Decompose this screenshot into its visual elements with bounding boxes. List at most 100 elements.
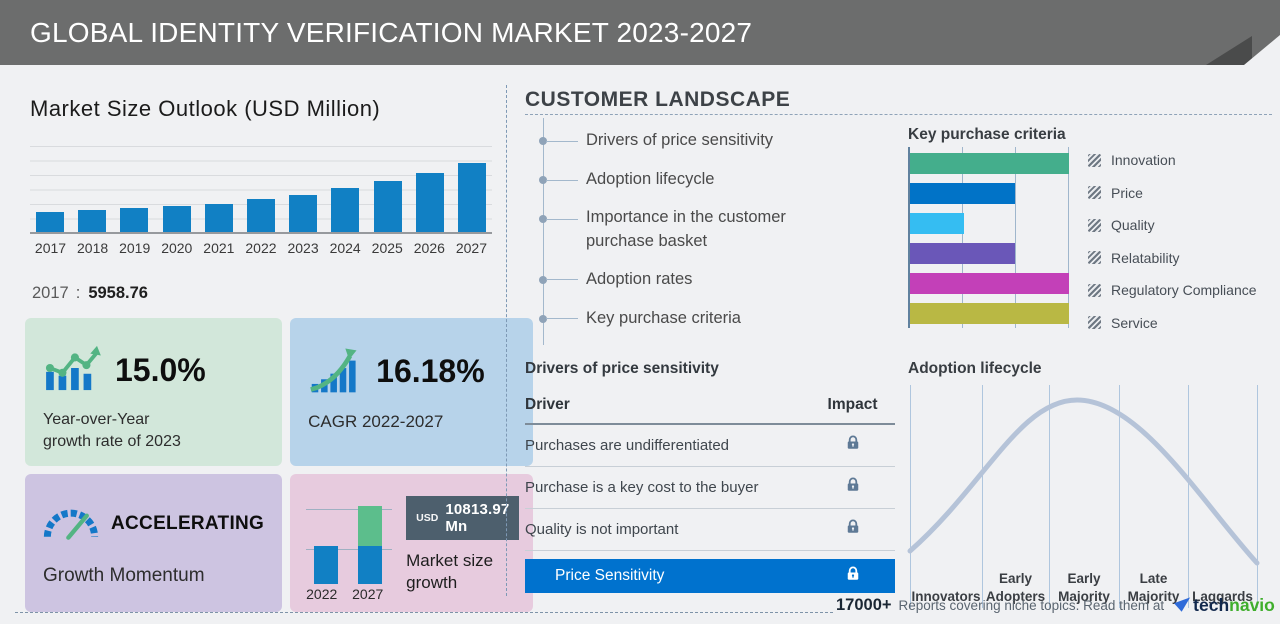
- year-label: 2019: [119, 240, 151, 256]
- legend-label: Price: [1111, 184, 1143, 201]
- legend-label: Service: [1111, 314, 1158, 331]
- market-size-chart: [30, 146, 492, 234]
- legend-marker-icon: [1088, 186, 1101, 199]
- mini-bar-2027-base: [358, 546, 383, 585]
- legend-label: Regulatory Compliance: [1111, 282, 1257, 298]
- criteria-bar-relatability: [910, 243, 1015, 264]
- market-size-bar-2024: [331, 188, 360, 232]
- landscape-item-label: Adoption rates: [586, 269, 693, 288]
- connector-line: [546, 140, 578, 142]
- legend-item: Service: [1088, 315, 1257, 331]
- adoption-lifecycle-title: Adoption lifecycle: [908, 360, 1042, 377]
- highlight-label: Price Sensitivity: [555, 567, 665, 584]
- connector-line: [546, 218, 578, 220]
- yoy-growth-card: 15.0% Year-over-Year growth rate of 2023: [25, 318, 283, 467]
- driver-table-header: Driver Impact: [525, 392, 895, 425]
- legend-label: Quality: [1111, 217, 1155, 233]
- badge-amount: 10813.97 Mn: [445, 501, 510, 536]
- market-size-bar-2017: [36, 212, 64, 232]
- footer-text: Reports covering niche topics. Read them…: [898, 597, 1165, 613]
- driver-row-3: Quality is not important: [525, 509, 895, 551]
- year-label: 2021: [203, 240, 235, 256]
- infographic-root: GLOBAL IDENTITY VERIFICATION MARKET 2023…: [0, 0, 1280, 624]
- market-size-bar-2023: [289, 195, 318, 232]
- cagr-label: CAGR 2022-2027: [308, 412, 444, 431]
- market-size-bar-2022: [246, 199, 275, 232]
- reports-count: 17000+: [836, 595, 892, 614]
- legend-label: Innovation: [1111, 152, 1176, 168]
- landscape-item-label: Drivers of price sensitivity: [586, 131, 774, 150]
- rising-bars-arrow-icon: [308, 344, 364, 399]
- header-bar: GLOBAL IDENTITY VERIFICATION MARKET 2023…: [0, 0, 1280, 65]
- logo-text-tech: tech: [1193, 594, 1230, 615]
- legend-item: Innovation: [1088, 152, 1257, 168]
- lock-icon: [810, 433, 895, 458]
- year-label: 2018: [77, 240, 109, 256]
- legend-marker-icon: [1088, 251, 1101, 264]
- criteria-bar-quality: [910, 213, 965, 234]
- criteria-bar-price: [910, 183, 1015, 204]
- mini-bar-2027-growth: [358, 506, 383, 547]
- year-label: 2025: [371, 240, 403, 256]
- landscape-item-label: Importance in the customer purchase bask…: [586, 208, 786, 250]
- landscape-item-label: Key purchase criteria: [586, 308, 741, 327]
- price-sensitivity-title: Drivers of price sensitivity: [525, 360, 719, 377]
- market-size-bar-2021: [204, 204, 233, 232]
- landscape-item-4: Adoption rates: [539, 267, 883, 293]
- momentum-value: ACCELERATING: [111, 512, 265, 534]
- speedometer-icon: [43, 500, 99, 547]
- landscape-item-label: Adoption lifecycle: [586, 170, 715, 189]
- landscape-item-2: Adoption lifecycle: [539, 167, 883, 193]
- market-size-bar-2020: [162, 206, 191, 232]
- key-purchase-criteria-title: Key purchase criteria: [908, 126, 1066, 143]
- landscape-item-5: Key purchase criteria: [539, 306, 883, 332]
- yoy-growth-value: 15.0%: [115, 352, 206, 388]
- year-label: 2017: [34, 240, 67, 256]
- mini-year-2022: 2022: [306, 586, 338, 603]
- highlight-lock-icon: [810, 564, 895, 589]
- growth-mini-chart: 2022 2027: [306, 490, 398, 602]
- market-bars: [30, 146, 492, 232]
- market-size-bar-2018: [78, 210, 107, 232]
- badge-currency: USD: [416, 512, 439, 525]
- kpc-bars: [910, 153, 1069, 324]
- vertical-divider: [506, 85, 507, 596]
- driver-label: Purchases are undifferentiated: [525, 437, 730, 454]
- growth-momentum-card: ACCELERATING Growth Momentum: [25, 474, 283, 613]
- col-impact: Impact: [827, 396, 878, 413]
- year-label: 2023: [287, 240, 319, 256]
- market-anchor-value: 2017:5958.76: [32, 284, 148, 303]
- connector-line: [546, 279, 578, 281]
- connector-line: [546, 318, 578, 320]
- landscape-list: Drivers of price sensitivity Adoption lif…: [539, 118, 883, 345]
- kpc-legend: Innovation Price Quality Relatability Regula…: [1088, 152, 1257, 347]
- market-size-bar-2025: [373, 181, 402, 232]
- driver-rows: Purchases are undifferentiated Purchase i…: [525, 425, 895, 551]
- lock-icon: [810, 517, 895, 542]
- market-growth-label: Market size growth: [406, 551, 494, 593]
- stat-boxes: 15.0% Year-over-Year growth rate of 2023: [25, 318, 534, 613]
- dashed-rule: [525, 114, 1272, 115]
- mini-year-2027: 2027: [352, 586, 384, 603]
- key-purchase-criteria-chart: [908, 147, 1069, 328]
- legend-item: Regulatory Compliance: [1088, 282, 1257, 298]
- market-outlook-title: Market Size Outlook (USD Million): [30, 96, 381, 121]
- legend-item: Price: [1088, 185, 1257, 201]
- customer-landscape-title: CUSTOMER LANDSCAPE: [525, 88, 791, 111]
- technavio-logo[interactable]: tech navio: [1174, 595, 1275, 616]
- usd-value-badge: USD 10813.97 Mn: [406, 496, 520, 541]
- legend-item: Relatability: [1088, 250, 1257, 266]
- legend-marker-icon: [1088, 153, 1101, 167]
- year-label: 2020: [161, 240, 193, 256]
- page-title: GLOBAL IDENTITY VERIFICATION MARKET 2023…: [30, 16, 753, 48]
- cagr-value: 16.18%: [376, 353, 485, 389]
- criteria-bar-innovation: [910, 153, 1069, 174]
- driver-row-2: Purchase is a key cost to the buyer: [525, 467, 895, 509]
- legend-label: Relatability: [1111, 249, 1180, 266]
- mini-bar-2022: [314, 546, 339, 585]
- landscape-item-1: Drivers of price sensitivity: [539, 128, 883, 154]
- criteria-bar-regulatory-compliance: [910, 273, 1069, 294]
- technavio-triangle-icon: [1174, 597, 1191, 612]
- market-growth-card: 2022 2027 USD 10813.97 Mn Market size gr…: [290, 474, 534, 613]
- legend-marker-icon: [1088, 218, 1101, 232]
